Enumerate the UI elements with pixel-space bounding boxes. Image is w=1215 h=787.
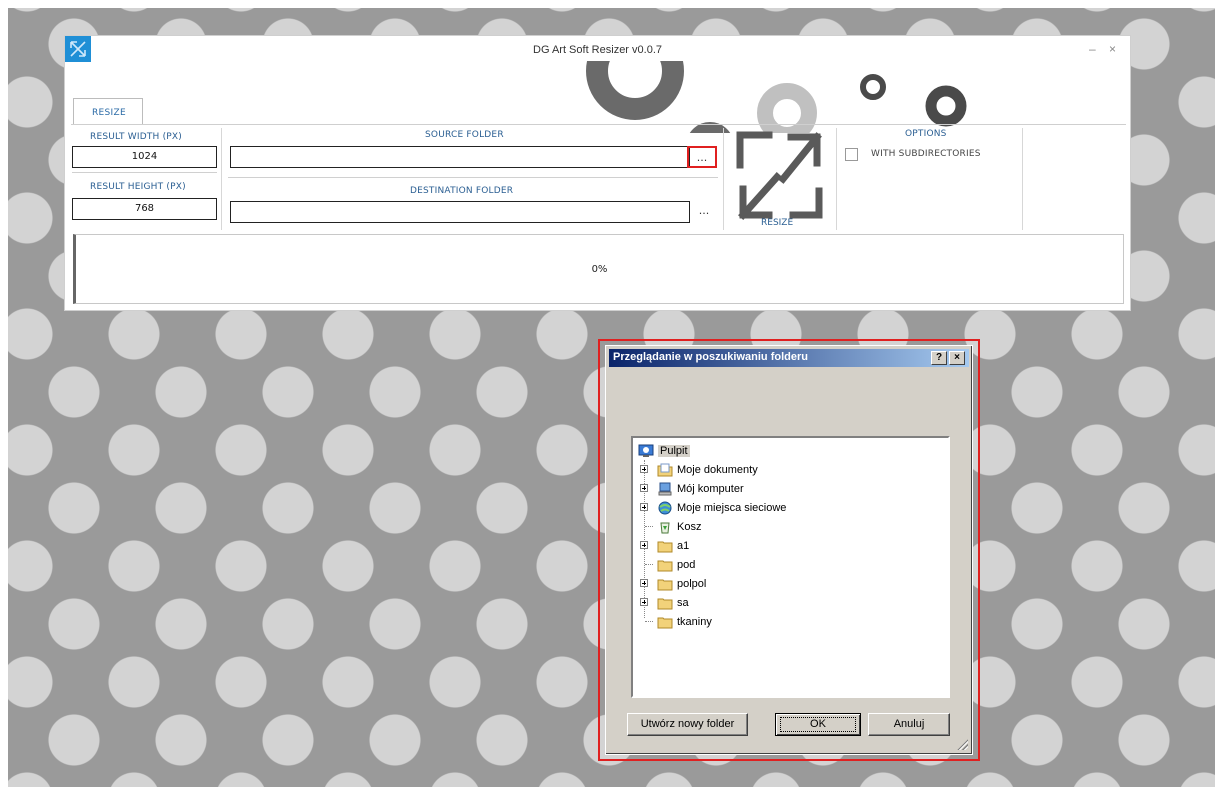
expand-icon[interactable] xyxy=(640,503,648,511)
progress-text: 0% xyxy=(591,264,608,275)
expand-icon[interactable] xyxy=(640,484,648,492)
tree-item-label: Moje dokumenty xyxy=(677,464,758,476)
resizer-window: DG Art Soft Resizer v0.0.7 – × RESIZE RE… xyxy=(64,35,1131,311)
result-height-input[interactable]: 768 xyxy=(72,198,217,220)
result-width-label: RESULT WIDTH (PX) xyxy=(90,132,182,142)
with-subdirectories-label: WITH SUBDIRECTORIES xyxy=(871,149,981,159)
destination-browse-button[interactable]: ... xyxy=(689,201,719,223)
source-folder-label: SOURCE FOLDER xyxy=(425,130,504,140)
divider xyxy=(72,172,217,173)
tree-item-pulpit[interactable]: Pulpit xyxy=(633,442,943,461)
source-browse-button[interactable]: ... xyxy=(687,146,717,168)
folder-icon xyxy=(657,579,673,591)
cancel-button[interactable]: Anuluj xyxy=(868,713,950,736)
expand-icon[interactable] xyxy=(640,465,648,473)
tree-item-label: a1 xyxy=(677,540,690,552)
tree-item-moj-komputer[interactable]: Mój komputer xyxy=(633,480,943,499)
tree-item-label: polpol xyxy=(677,578,707,590)
resize-grip-icon[interactable] xyxy=(956,738,968,750)
tab-resize[interactable]: RESIZE xyxy=(73,98,143,124)
separator xyxy=(221,128,222,230)
folder-icon xyxy=(657,617,673,629)
folder-icon xyxy=(657,541,673,553)
tree-item-label: sa xyxy=(677,597,689,609)
expand-icon[interactable] xyxy=(640,541,648,549)
tree-item-label: Moje miejsca sieciowe xyxy=(677,502,787,514)
result-height-label: RESULT HEIGHT (PX) xyxy=(90,182,186,192)
source-folder-input[interactable] xyxy=(230,146,690,168)
dialog-title-bar[interactable]: Przeglądanie w poszukiwaniu folderu ? × xyxy=(609,349,969,367)
close-button[interactable]: × xyxy=(1109,42,1116,56)
folder-tree[interactable]: Pulpit Moje dokumenty Mój komputer Moje … xyxy=(631,436,950,698)
dialog-close-button[interactable]: × xyxy=(949,351,965,365)
options-label: OPTIONS xyxy=(905,129,947,139)
with-subdirectories-checkbox[interactable] xyxy=(845,148,858,161)
screen-edge-top xyxy=(0,0,1215,8)
network-places-icon xyxy=(658,501,672,515)
documents-folder-icon xyxy=(657,463,673,477)
focus-rectangle xyxy=(780,717,856,732)
tree-item-sa[interactable]: sa xyxy=(633,594,943,613)
tree-item-moje-dokumenty[interactable]: Moje dokumenty xyxy=(633,461,943,480)
progress-bar: 0% xyxy=(73,234,1124,304)
tree-item-label: Mój komputer xyxy=(677,483,744,495)
separator xyxy=(1022,128,1023,230)
tree-item-a1[interactable]: a1 xyxy=(633,537,943,556)
resize-arrows-icon xyxy=(736,131,823,220)
tree-item-label: pod xyxy=(677,559,696,571)
recycle-bin-icon xyxy=(660,522,670,534)
tree-item-polpol[interactable]: polpol xyxy=(633,575,943,594)
destination-folder-input[interactable] xyxy=(230,201,690,223)
tree-item-tkaniny[interactable]: tkaniny xyxy=(633,613,943,632)
computer-icon xyxy=(658,482,672,496)
browse-folder-dialog: Przeglądanie w poszukiwaniu folderu ? × … xyxy=(605,345,973,755)
divider xyxy=(228,177,718,178)
window-title: DG Art Soft Resizer v0.0.7 xyxy=(533,44,662,56)
new-folder-button[interactable]: Utwórz nowy folder xyxy=(627,713,748,736)
tree-item-label: tkaniny xyxy=(677,616,712,628)
desktop-icon xyxy=(638,444,654,457)
tab-resize-label: RESIZE xyxy=(92,108,126,118)
screen-edge-left xyxy=(0,0,8,787)
tree-item-label: Kosz xyxy=(677,521,702,533)
dialog-help-button[interactable]: ? xyxy=(931,351,947,365)
separator xyxy=(836,128,837,230)
tree-item-label: Pulpit xyxy=(658,445,690,457)
resize-label: RESIZE xyxy=(761,218,794,228)
folder-icon xyxy=(657,598,673,610)
result-width-input[interactable]: 1024 xyxy=(72,146,217,168)
dialog-title: Przeglądanie w poszukiwaniu folderu xyxy=(613,351,808,363)
resize-button[interactable] xyxy=(735,129,825,229)
expand-icon[interactable] xyxy=(640,598,648,606)
minimize-button[interactable]: – xyxy=(1089,42,1096,56)
decorative-circles xyxy=(586,61,967,133)
tree-item-kosz[interactable]: Kosz xyxy=(633,518,943,537)
folder-icon xyxy=(657,560,673,572)
ok-button[interactable]: OK xyxy=(775,713,861,736)
destination-folder-label: DESTINATION FOLDER xyxy=(410,186,514,196)
tree-item-moje-miejsca-sieciowe[interactable]: Moje miejsca sieciowe xyxy=(633,499,943,518)
tree-item-pod[interactable]: pod xyxy=(633,556,943,575)
expand-icon[interactable] xyxy=(640,579,648,587)
separator xyxy=(723,128,724,230)
